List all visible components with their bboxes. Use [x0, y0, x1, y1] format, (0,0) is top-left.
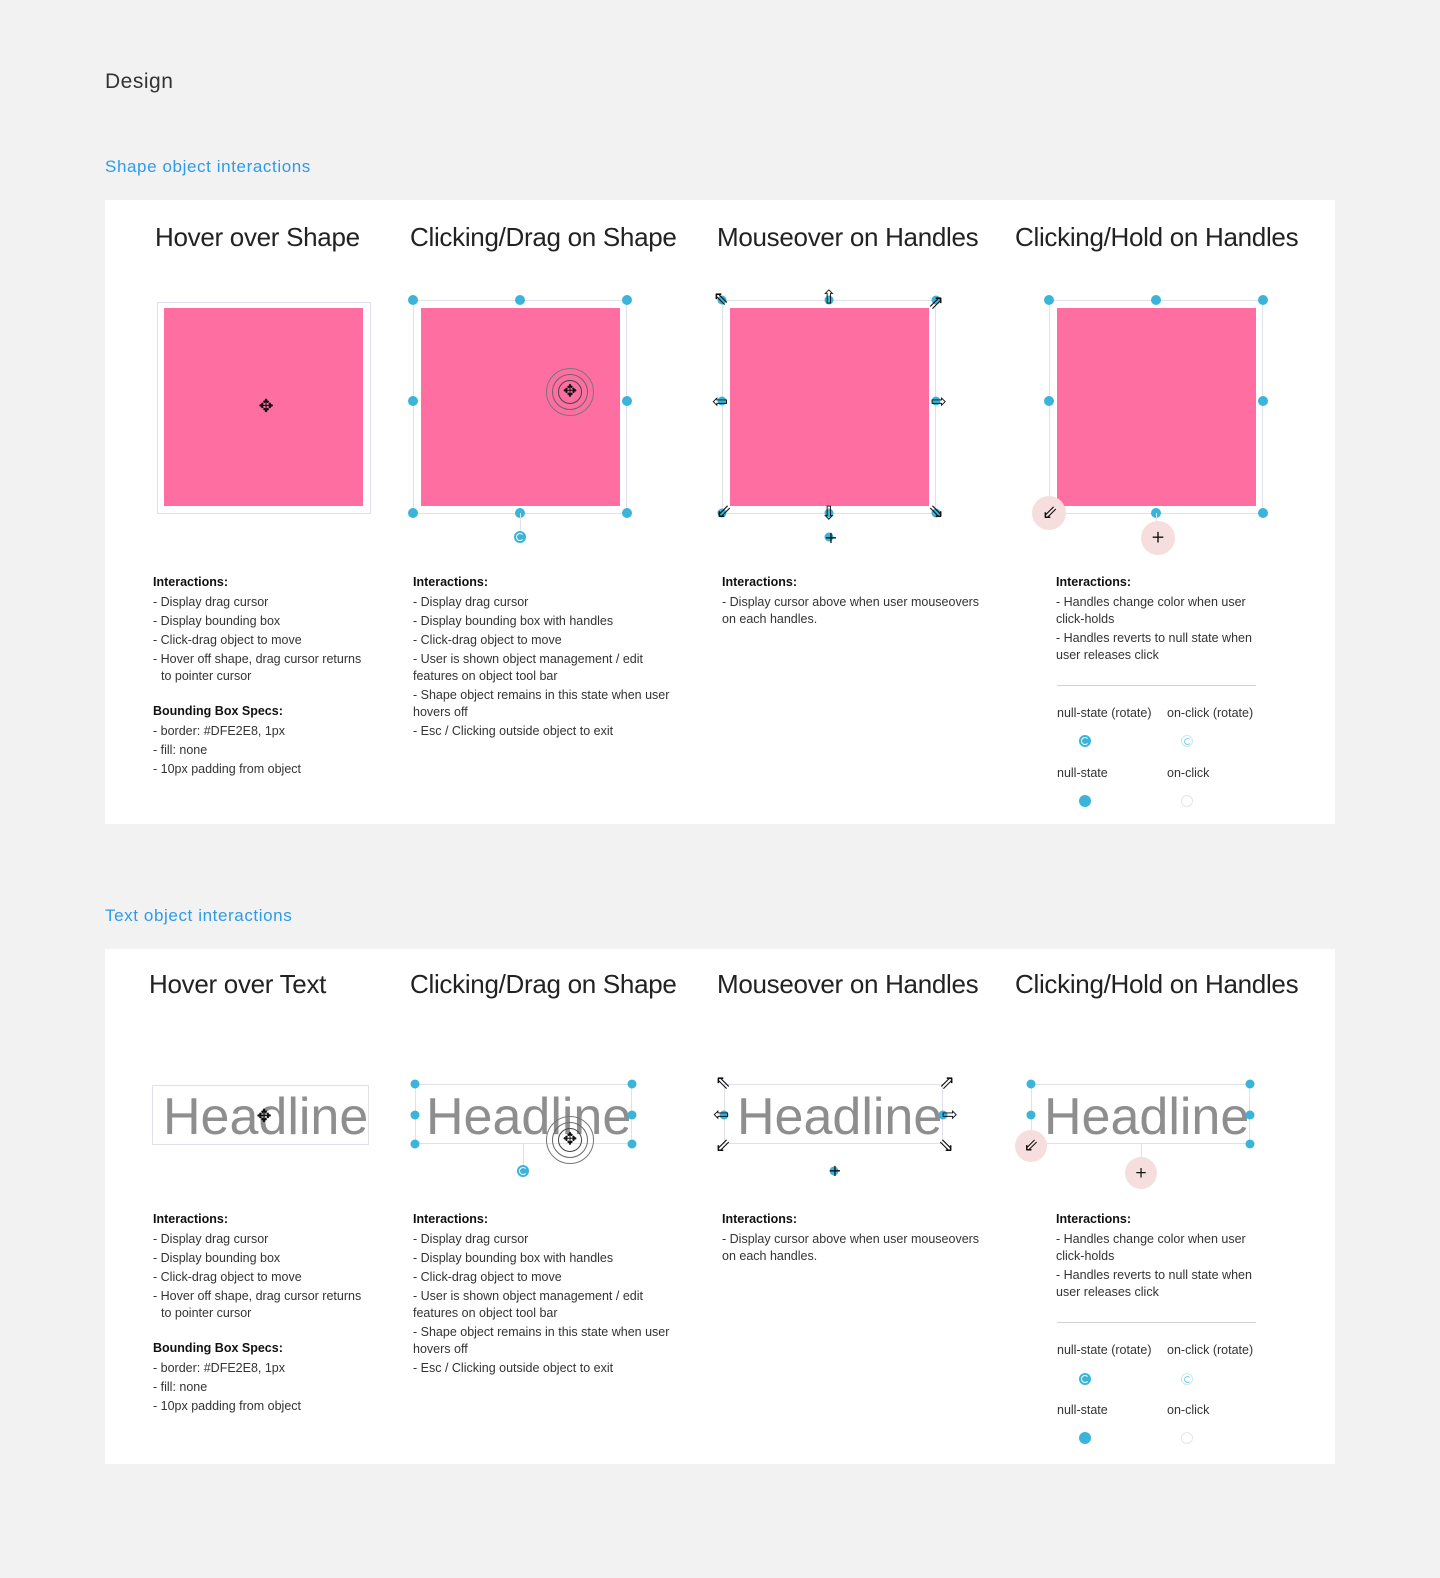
legend-null-label: null-state: [1057, 1403, 1108, 1417]
resize-nw-cursor-icon: ⇖: [715, 1071, 731, 1094]
notes-drag-text: Interactions: - Display drag cursor - Di…: [413, 1212, 670, 1375]
legend-null-label: null-state: [1057, 766, 1108, 780]
column-title-hold-handles: Clicking/Hold on Handles: [1015, 222, 1299, 252]
legend-null-handle-icon: [1079, 795, 1091, 807]
resize-handle-top[interactable]: [1151, 295, 1161, 305]
resize-handle-top-right[interactable]: [1258, 295, 1268, 305]
legend-null-rotate-icon: [1079, 1373, 1091, 1385]
move-cursor-icon: ✥: [258, 396, 274, 417]
resize-handle-top-left[interactable]: [1026, 1079, 1036, 1089]
legend-onclick-handle-icon: [1181, 795, 1193, 807]
resize-handle-top-left[interactable]: [408, 295, 418, 305]
legend-onclick-handle-icon: [1181, 1432, 1193, 1444]
resize-sw-cursor-icon: ⇙: [1042, 501, 1058, 524]
notes-hover-text: Interactions: - Display drag cursor - Di…: [153, 1212, 362, 1413]
resize-e-cursor-icon: ⇨: [931, 390, 947, 413]
notes-hover-shape: Interactions: - Display drag cursor - Di…: [153, 575, 362, 776]
column-title-hover: Hover over Shape: [155, 222, 360, 252]
resize-handle-top-left[interactable]: [410, 1079, 420, 1089]
resize-handle-bottom-left[interactable]: [410, 1139, 420, 1149]
resize-ne-cursor-icon: ⇗: [928, 291, 944, 314]
resize-handle-left[interactable]: [1026, 1110, 1036, 1120]
resize-handle-top-right[interactable]: [1245, 1079, 1255, 1089]
rotate-cursor-icon: +: [824, 528, 838, 547]
legend-onclick-label: on-click: [1167, 1403, 1210, 1417]
resize-handle-bottom-left[interactable]: [408, 508, 418, 518]
notes-drag-shape: Interactions: - Display drag cursor - Di…: [413, 575, 670, 738]
resize-handle-bottom-right[interactable]: [1245, 1139, 1255, 1149]
rotate-handle[interactable]: [517, 1165, 529, 1177]
notes-hold-handles-text: Interactions: - Handles change color whe…: [1056, 1212, 1252, 1299]
resize-e-cursor-icon: ⇨: [942, 1103, 958, 1126]
resize-handle-left[interactable]: [410, 1110, 420, 1120]
resize-handle-bottom-right[interactable]: [622, 508, 632, 518]
shape-interactions-panel: Hover over Shape Clicking/Drag on Shape …: [105, 200, 1335, 824]
rotate-handle[interactable]: [514, 531, 526, 543]
legend-onclick-rotate-icon: [1181, 735, 1193, 747]
headline-text-object[interactable]: Headline: [737, 1091, 942, 1143]
legend-onclick-rotate-icon: [1181, 1373, 1193, 1385]
column-title-hold-handles: Clicking/Hold on Handles: [1015, 969, 1299, 999]
headline-text-object[interactable]: Headline: [1044, 1091, 1249, 1143]
resize-sw-cursor-icon: ⇙: [716, 500, 732, 523]
resize-handle-bottom-right[interactable]: [627, 1139, 637, 1149]
headline-text-object[interactable]: Headline: [426, 1091, 631, 1143]
column-title-mouseover-handles: Mouseover on Handles: [717, 969, 979, 999]
resize-handle-top-right[interactable]: [627, 1079, 637, 1089]
resize-handle-top-right[interactable]: [622, 295, 632, 305]
move-cursor-icon: ✥: [562, 381, 578, 402]
legend-onclick-label: on-click: [1167, 766, 1210, 780]
legend-null-rotate-icon: [1079, 735, 1091, 747]
resize-w-cursor-icon: ⇦: [712, 390, 728, 413]
legend-divider: [1057, 685, 1256, 686]
legend-null-rotate-label: null-state (rotate): [1057, 706, 1152, 720]
legend-null-rotate-label: null-state (rotate): [1057, 1343, 1152, 1357]
resize-handle-right[interactable]: [622, 396, 632, 406]
resize-ne-cursor-icon: ⇗: [939, 1071, 955, 1094]
resize-handle-left[interactable]: [1044, 396, 1054, 406]
resize-se-cursor-icon: ⇘: [938, 1134, 954, 1157]
legend-divider: [1057, 1322, 1256, 1323]
resize-se-cursor-icon: ⇘: [928, 500, 944, 523]
resize-s-cursor-icon: ⇩: [821, 502, 837, 525]
resize-handle-right[interactable]: [627, 1110, 637, 1120]
shape-object[interactable]: [1057, 308, 1256, 506]
page-title: Design: [105, 70, 174, 93]
resize-handle-right[interactable]: [1245, 1110, 1255, 1120]
rotate-cursor-icon: +: [1134, 1163, 1148, 1182]
resize-sw-cursor-icon: ⇙: [715, 1134, 731, 1157]
legend-onclick-rotate-label: on-click (rotate): [1167, 1343, 1254, 1357]
shape-object[interactable]: [730, 308, 929, 506]
column-title-mouseover-handles: Mouseover on Handles: [717, 222, 979, 252]
column-title-drag: Clicking/Drag on Shape: [410, 222, 677, 252]
column-title-drag: Clicking/Drag on Shape: [410, 969, 677, 999]
notes-mouseover-handles-text: Interactions: - Display cursor above whe…: [722, 1212, 980, 1263]
resize-handle-right[interactable]: [1258, 396, 1268, 406]
legend-null-handle-icon: [1079, 1432, 1091, 1444]
resize-sw-cursor-icon: ⇙: [1023, 1135, 1039, 1156]
move-cursor-icon: ✥: [562, 1129, 578, 1150]
resize-handle-left[interactable]: [408, 396, 418, 406]
move-cursor-icon: ✥: [256, 1106, 272, 1127]
section-title-text: Text object interactions: [105, 906, 293, 925]
resize-handle-top-left[interactable]: [1044, 295, 1054, 305]
resize-w-cursor-icon: ⇦: [713, 1103, 729, 1126]
resize-handle-top[interactable]: [515, 295, 525, 305]
notes-hold-handles: Interactions: - Handles change color whe…: [1056, 575, 1252, 662]
resize-n-cursor-icon: ⇧: [821, 286, 837, 309]
notes-mouseover-handles: Interactions: - Display cursor above whe…: [722, 575, 980, 626]
resize-nw-cursor-icon: ⇖: [713, 287, 729, 310]
shape-object[interactable]: [421, 308, 620, 506]
column-title-hover-text: Hover over Text: [149, 969, 327, 999]
resize-handle-bottom-right[interactable]: [1258, 508, 1268, 518]
rotate-cursor-icon: +: [828, 1161, 842, 1180]
section-title-shape: Shape object interactions: [105, 157, 311, 176]
legend-onclick-rotate-label: on-click (rotate): [1167, 706, 1254, 720]
text-interactions-panel: Hover over Text Clicking/Drag on Shape M…: [105, 949, 1335, 1464]
rotate-cursor-icon: +: [1150, 527, 1166, 548]
